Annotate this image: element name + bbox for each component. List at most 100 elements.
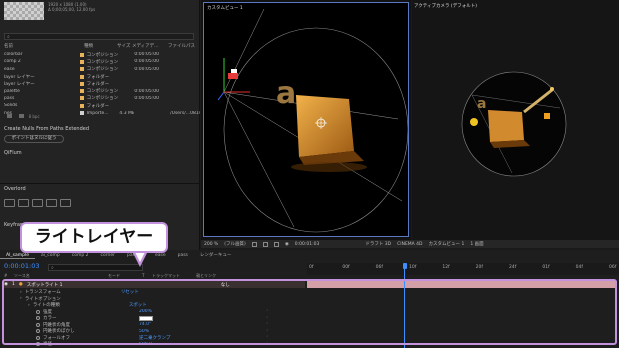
project-item-name: pass: [4, 95, 15, 101]
project-item-row[interactable]: ease コンポジション 0:00:05:00: [4, 66, 200, 73]
project-item-kind: フォルダー: [86, 74, 110, 80]
ruler-tick-label: 10f: [409, 265, 417, 270]
qiflum-title: QiFlum: [4, 150, 22, 156]
project-item-row[interactable]: layer レイヤー フォルダー: [4, 73, 200, 80]
project-item-kind: コンポジション: [86, 96, 119, 102]
bpc-label[interactable]: 8 bpc: [29, 114, 40, 119]
project-footer: 8 bpc: [4, 114, 200, 120]
col-media[interactable]: メディアデ…: [132, 43, 168, 50]
label-color-swatch[interactable]: [79, 67, 84, 72]
overlord-text-button[interactable]: [46, 199, 57, 207]
create-nulls-title: Create Nulls From Paths Extended: [4, 126, 89, 132]
comp-tab[interactable]: corner: [95, 252, 121, 259]
project-item-name: ease: [4, 66, 15, 72]
project-item-media: 0:00:05:00: [134, 88, 159, 94]
thumb-meta-line-2: Δ 0;00;05;00, 12.00 fps: [48, 7, 96, 12]
light-layer-callout: ライトレイヤー: [20, 222, 168, 253]
new-comp-icon[interactable]: [19, 114, 25, 118]
col-name[interactable]: 名前: [4, 43, 84, 50]
timeline-tabs: AI_sample ai_comp comp 2 corner palette ease p…: [0, 252, 619, 259]
label-color-swatch[interactable]: [79, 52, 84, 57]
search-icon: ⌕: [7, 34, 10, 40]
project-item-kind: コンポジション: [86, 67, 119, 73]
svg-text:a: a: [276, 76, 296, 111]
quality-select[interactable]: (フル画質): [224, 241, 246, 247]
col-kind[interactable]: 種類: [84, 43, 117, 50]
label-color-swatch[interactable]: [79, 74, 84, 79]
camera-snapshot-icon[interactable]: ◉: [285, 242, 289, 247]
overlord-video-button[interactable]: [60, 199, 71, 207]
label-color-swatch[interactable]: [79, 103, 84, 108]
panel-divider: [0, 183, 200, 184]
time-ruler[interactable]: 0f 00f 06f 10f 12f 20f 24f 01f 04f 06f: [307, 263, 619, 275]
project-item-media: 0:00:05:00: [134, 52, 159, 58]
label-color-swatch[interactable]: [79, 96, 84, 101]
zoom-select[interactable]: 200 %: [204, 242, 218, 247]
custom-view-scene: a: [217, 8, 408, 233]
col-size[interactable]: サイズ: [117, 43, 132, 50]
overlord-pull-button[interactable]: [18, 199, 29, 207]
project-item-kind: フォルダー: [86, 81, 110, 87]
project-item-row[interactable]: comp 2 コンポジション 0:00:05:00: [4, 58, 200, 65]
ruler-tick-label: 0f: [309, 265, 314, 270]
mask-toggle-icon[interactable]: [262, 241, 268, 247]
ruler-tick-label: 12f: [442, 265, 450, 270]
project-item-row[interactable]: layer レイヤー フォルダー: [4, 80, 200, 87]
viewer-timecode[interactable]: 0:00:01:03: [295, 242, 320, 247]
project-item-row[interactable]: palette コンポジション 0:00:05:00: [4, 88, 200, 95]
comp-tab[interactable]: comp 2: [66, 252, 95, 259]
transparency-toggle-icon[interactable]: [273, 241, 279, 247]
project-item-name: palette: [4, 88, 20, 94]
project-item-kind: フォルダー: [86, 103, 110, 109]
col-path[interactable]: ファイルパス: [168, 43, 198, 50]
label-color-swatch[interactable]: [79, 89, 84, 94]
label-color-swatch[interactable]: [79, 59, 84, 64]
overlord-push-button[interactable]: [4, 199, 15, 207]
nulls-follow-points-button[interactable]: ポイントはヌルに従う: [4, 135, 64, 143]
comp-tab[interactable]: ai_comp: [35, 252, 66, 259]
grid-toggle-icon[interactable]: [251, 241, 257, 247]
project-column-header: 名前 種類 サイズ メディアデ… ファイルパス: [4, 43, 200, 50]
new-folder-icon[interactable]: [7, 114, 12, 118]
draft-3d-toggle[interactable]: ドラフト 3D: [365, 241, 391, 247]
comp-tab[interactable]: ease: [149, 252, 172, 259]
custom-view-frame[interactable]: カスタムビュー 1 a: [203, 2, 409, 237]
ruler-tick-label: 20f: [475, 265, 483, 270]
renderer-select[interactable]: CINEMA 4D: [397, 242, 422, 247]
active-camera-scene: a: [461, 71, 567, 177]
overlord-title: Overlord: [4, 186, 26, 192]
active-camera-panel[interactable]: アクティブカメラ (デフォルト) a: [412, 0, 619, 240]
ruler-tick-label: 01f: [542, 265, 550, 270]
timeline-search-input[interactable]: ⌕: [48, 264, 143, 271]
thumbnail-meta: 1920 x 1080 (1.00) Δ 0;00;05;00, 12.00 f…: [48, 2, 95, 12]
viewer-toolbar: 200 % (フル画質) ◉ 0:00:01:03 ドラフト 3D CINEMA…: [201, 240, 619, 248]
project-item-row[interactable]: colorbar コンポジション 0:00:05:00: [4, 51, 200, 58]
project-item-row[interactable]: pass コンポジション 0:00:05:00: [4, 95, 200, 102]
overlord-grid-button[interactable]: [32, 199, 43, 207]
project-item-kind: コンポジション: [86, 89, 119, 95]
project-item-kind: コンポジション: [86, 52, 119, 58]
project-item-media: 0:00:05:00: [134, 95, 159, 101]
project-item-media: 0:00:05:00: [134, 66, 159, 72]
label-color-swatch[interactable]: [79, 81, 84, 86]
project-item-name: Solids: [4, 103, 18, 109]
project-search-input[interactable]: ⌕: [4, 33, 194, 40]
project-item-name: colorbar: [4, 52, 23, 58]
project-item-row[interactable]: Solids フォルダー: [4, 102, 200, 109]
ruler-tick-label: 00f: [342, 265, 350, 270]
view-layout-select[interactable]: 1 画面: [470, 241, 483, 247]
comp-tab[interactable]: レンダーキュー: [194, 252, 238, 259]
ruler-tick-label: 04f: [575, 265, 583, 270]
svg-text:a: a: [477, 96, 486, 112]
project-item-kind: コンポジション: [86, 59, 119, 65]
comp-tab[interactable]: AI_sample: [0, 252, 36, 259]
ruler-tick-label: 06f: [375, 265, 383, 270]
ruler-tick-label: 06f: [609, 265, 617, 270]
project-item-name: layer レイヤー: [4, 81, 35, 87]
comp-tab[interactable]: pass: [172, 252, 194, 259]
project-item-name: layer レイヤー: [4, 74, 35, 80]
project-thumbnail: [4, 2, 44, 20]
timeline-timecode[interactable]: 0:00:01:03: [4, 262, 40, 270]
view-select[interactable]: カスタムビュー 1: [429, 241, 465, 247]
search-icon: ⌕: [51, 265, 54, 271]
